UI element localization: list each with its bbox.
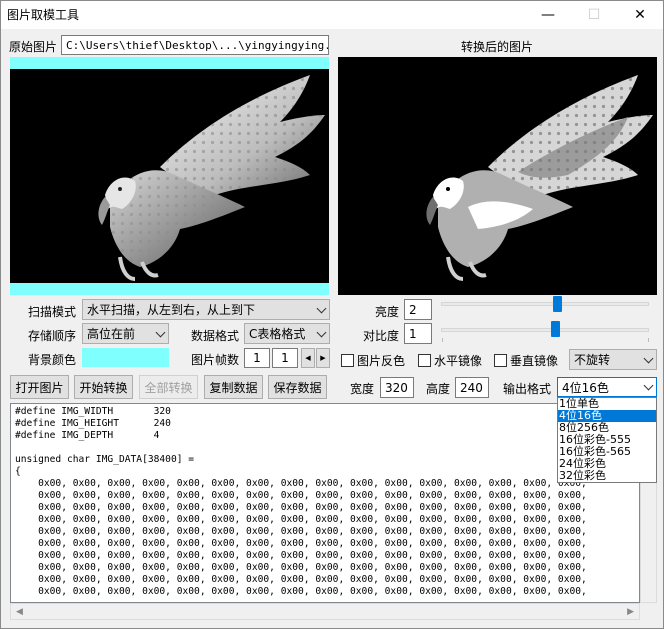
slider-tick (648, 338, 649, 342)
slider-tick (442, 338, 443, 342)
frame-total-input[interactable]: 1 (272, 348, 298, 368)
code-text: #define IMG_WIDTH 320 #define IMG_HEIGHT… (15, 406, 587, 597)
horizontal-scrollbar[interactable]: ◀ ▶ (10, 603, 640, 620)
brightness-slider-thumb[interactable] (553, 296, 563, 312)
contrast-label: 对比度 (363, 329, 400, 343)
original-image (10, 57, 329, 295)
bg-color-swatch[interactable] (82, 348, 169, 367)
output-format-option[interactable]: 32位彩色 (558, 470, 656, 482)
data-format-select[interactable]: C表格格式 (244, 323, 330, 344)
converted-image-label: 转换后的图片 (461, 40, 534, 54)
chevron-down-icon (316, 303, 327, 313)
storage-order-value: 高位在前 (87, 327, 136, 341)
title-bar: 图片取模工具 — ☐ ✕ (1, 1, 663, 29)
rotate-select[interactable]: 不旋转 (569, 349, 657, 370)
hmirror-checkbox[interactable]: 水平镜像 (418, 352, 482, 369)
converted-image (338, 57, 657, 295)
contrast-slider-thumb[interactable] (551, 321, 561, 337)
checkbox-box[interactable] (341, 354, 354, 367)
frames-label: 图片帧数 (191, 353, 240, 367)
invert-checkbox-label: 图片反色 (357, 354, 406, 368)
data-format-label: 数据格式 (191, 329, 240, 343)
hmirror-checkbox-label: 水平镜像 (434, 354, 483, 368)
chevron-down-icon (316, 327, 327, 337)
checkbox-box[interactable] (418, 354, 431, 367)
storage-order-label: 存储顺序 (28, 329, 77, 343)
output-format-label: 输出格式 (503, 382, 552, 396)
rotate-value: 不旋转 (574, 353, 611, 367)
right-arrow-icon: ▶ (320, 354, 326, 362)
scan-mode-value: 水平扫描，从左到右，从上到下 (87, 303, 256, 317)
output-format-value: 4位16色 (562, 380, 609, 395)
vmirror-checkbox[interactable]: 垂直镜像 (494, 352, 558, 369)
scan-mode-select[interactable]: 水平扫描，从左到右，从上到下 (82, 299, 330, 320)
prev-frame-button[interactable]: ◀ (301, 348, 315, 368)
convert-all-button[interactable]: 全部转换 (139, 375, 198, 399)
main-window: 图片取模工具 — ☐ ✕ 原始图片 C:\Users\thief\Desktop… (0, 0, 664, 629)
brightness-input[interactable]: 2 (404, 299, 432, 320)
open-image-button[interactable]: 打开图片 (10, 375, 69, 399)
window-title: 图片取模工具 (7, 8, 80, 22)
output-format-dropdown[interactable]: 1位单色 4位16色 8位256色 16位彩色-555 16位彩色-565 24位彩色 32… (557, 397, 657, 483)
close-button[interactable]: ✕ (617, 1, 663, 29)
checkbox-box[interactable] (494, 354, 507, 367)
invert-checkbox[interactable]: 图片反色 (341, 352, 405, 369)
chevron-down-icon (155, 327, 166, 337)
copy-data-button[interactable]: 复制数据 (204, 375, 263, 399)
scroll-left-icon[interactable]: ◀ (16, 607, 23, 617)
save-data-button[interactable]: 保存数据 (268, 375, 327, 399)
vmirror-checkbox-label: 垂直镜像 (510, 354, 559, 368)
next-frame-button[interactable]: ▶ (316, 348, 330, 368)
chevron-down-icon (643, 380, 654, 391)
brightness-slider-track[interactable] (441, 302, 649, 306)
contrast-input[interactable]: 1 (404, 323, 432, 344)
code-output-area[interactable]: #define IMG_WIDTH 320 #define IMG_HEIGHT… (10, 403, 640, 603)
output-format-select[interactable]: 4位16色 (557, 377, 657, 397)
brightness-label: 亮度 (375, 305, 400, 319)
chevron-down-icon (643, 353, 654, 363)
scroll-right-icon[interactable]: ▶ (627, 607, 634, 617)
height-input[interactable]: 240 (455, 377, 489, 398)
start-convert-button[interactable]: 开始转换 (74, 375, 133, 399)
minimize-button[interactable]: — (525, 1, 571, 29)
bg-color-label: 背景颜色 (28, 353, 77, 367)
width-label: 宽度 (350, 382, 375, 396)
scan-mode-label: 扫描模式 (28, 305, 77, 319)
contrast-slider-track[interactable] (441, 328, 649, 332)
storage-order-select[interactable]: 高位在前 (82, 323, 169, 344)
original-image-label: 原始图片 (9, 40, 58, 54)
data-format-value: C表格格式 (249, 327, 306, 341)
frame-current-input[interactable]: 1 (244, 348, 270, 368)
maximize-button[interactable]: ☐ (571, 1, 617, 29)
height-label: 高度 (426, 382, 451, 396)
image-path-field[interactable]: C:\Users\thief\Desktop\...\yingyingying.… (61, 35, 329, 55)
width-input[interactable]: 320 (380, 377, 414, 398)
left-arrow-icon: ◀ (305, 354, 311, 362)
